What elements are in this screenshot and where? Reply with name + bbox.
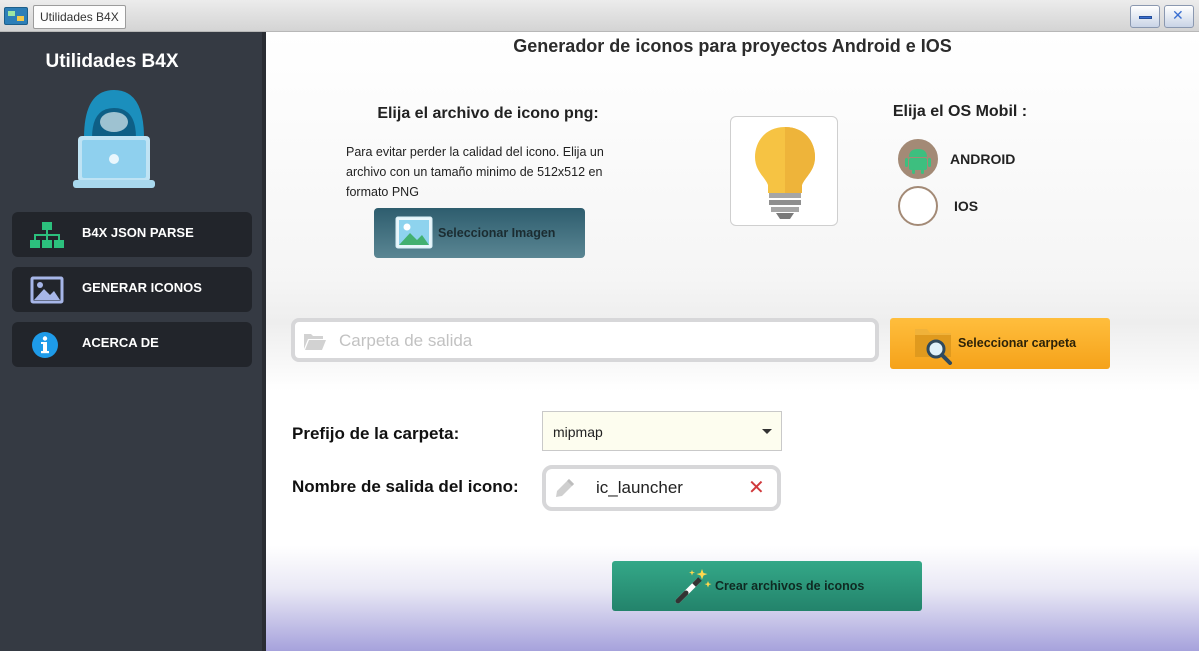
icon-name-label: Nombre de salida del icono:	[292, 477, 519, 496]
hacker-laptop-icon	[73, 90, 155, 188]
radio-button[interactable]	[898, 139, 938, 179]
image-icon	[30, 276, 64, 304]
minimize-button[interactable]	[1130, 5, 1160, 28]
page-title: Generador de iconos para proyectos Andro…	[513, 36, 952, 56]
output-folder-input[interactable]	[339, 326, 859, 356]
folder-search-icon	[915, 329, 952, 365]
folder-open-icon	[304, 334, 326, 350]
prefix-value: mipmap	[553, 424, 603, 440]
magic-wand-icon	[675, 569, 712, 604]
create-icons-label: Crear archivos de iconos	[715, 579, 865, 593]
radio-android[interactable]: ANDROID	[898, 139, 1098, 179]
app-icon	[4, 7, 28, 25]
chevron-down-icon	[762, 429, 772, 434]
radio-android-label: ANDROID	[950, 151, 1016, 167]
png-section-heading: Elija el archivo de icono png:	[377, 105, 599, 122]
sidebar: Utilidades B4X B4X JSON PARSE GENERAR IC…	[0, 32, 264, 651]
sidebar-item-json-parse[interactable]: B4X JSON PARSE	[12, 212, 252, 257]
select-folder-label: Seleccionar carpeta	[958, 336, 1077, 350]
picture-icon	[395, 216, 433, 249]
sitemap-icon	[30, 222, 64, 248]
lightbulb-icon	[755, 127, 815, 219]
info-icon	[32, 332, 58, 358]
select-image-label: Seleccionar Imagen	[438, 226, 556, 240]
radio-ios[interactable]: IOS	[898, 186, 1098, 226]
sidebar-item-label: GENERAR ICONOS	[82, 280, 202, 295]
main-panel: Generador de iconos para proyectos Andro…	[266, 32, 1199, 651]
sidebar-item-label: B4X JSON PARSE	[82, 225, 194, 240]
icon-preview	[730, 116, 838, 226]
window-title-bar: Utilidades B4X ✕	[0, 0, 1199, 32]
close-button[interactable]: ✕	[1164, 5, 1194, 28]
close-icon: ✕	[1172, 8, 1184, 24]
icon-name-input[interactable]	[596, 474, 736, 502]
sidebar-item-generar-iconos[interactable]: GENERAR ICONOS	[12, 267, 252, 312]
sidebar-title: Utilidades B4X	[45, 51, 179, 72]
sidebar-item-acerca-de[interactable]: ACERCA DE	[12, 322, 252, 367]
pencil-icon	[556, 479, 574, 497]
prefix-select[interactable]: mipmap	[542, 411, 782, 451]
android-icon	[905, 149, 931, 174]
radio-ios-label: IOS	[954, 198, 979, 214]
radio-button[interactable]	[898, 186, 938, 226]
select-folder-button[interactable]: Seleccionar carpeta	[890, 318, 1110, 369]
png-section-description: Para evitar perder la calidad del icono.…	[346, 145, 604, 199]
prefix-label: Prefijo de la carpeta:	[292, 424, 460, 443]
output-folder-field[interactable]	[291, 318, 879, 362]
icon-name-field[interactable]: ✕	[542, 465, 781, 511]
window-title: Utilidades B4X	[33, 5, 126, 29]
sidebar-item-label: ACERCA DE	[82, 335, 159, 350]
create-icons-button[interactable]: Crear archivos de iconos	[612, 561, 922, 611]
minimize-icon	[1139, 16, 1152, 19]
os-section-heading: Elija el OS Mobil :	[892, 103, 1028, 120]
clear-icon[interactable]: ✕	[748, 473, 770, 501]
select-image-button[interactable]: Seleccionar Imagen	[374, 208, 585, 258]
